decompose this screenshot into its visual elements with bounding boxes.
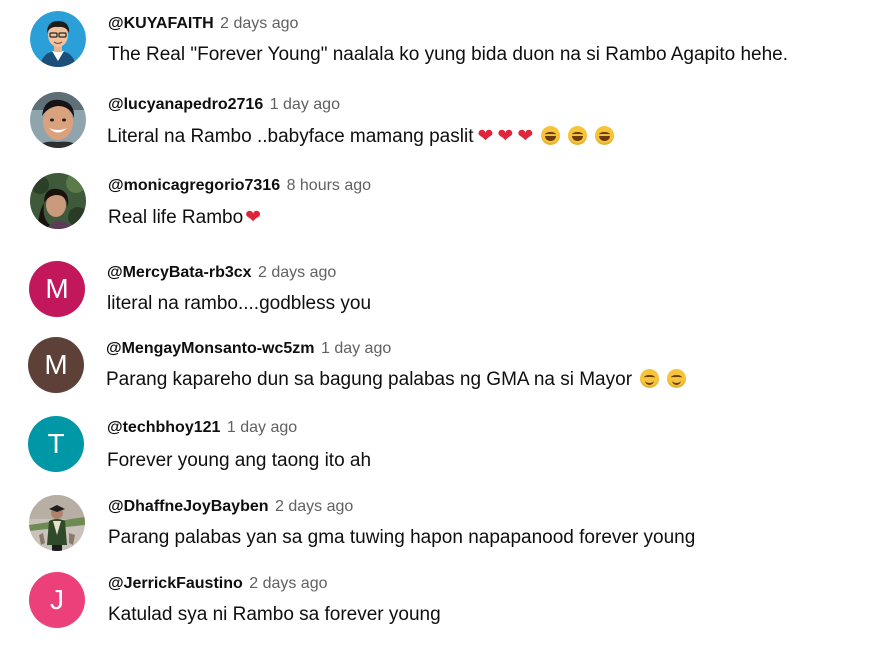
comment-text-content: Parang kapareho dun sa bagung palabas ng…	[106, 369, 633, 390]
comment-text: Parang kapareho dun sa bagung palabas ng…	[106, 368, 687, 392]
comment-item: @DhaffneJoyBayben 2 days ago Parang pala…	[0, 493, 888, 563]
avatar-letter: M	[45, 273, 69, 304]
red-heart-emoji-icon: ❤	[477, 125, 494, 147]
avatar-letter: T	[47, 428, 65, 459]
red-heart-emoji-icon: ❤	[245, 206, 262, 228]
comment-timestamp[interactable]: 2 days ago	[258, 264, 336, 281]
avatar[interactable]	[30, 11, 86, 67]
comment-author[interactable]: @DhaffneJoyBayben	[108, 498, 269, 515]
comment-timestamp[interactable]: 2 days ago	[249, 575, 327, 592]
illustrated-man-avatar-icon	[30, 11, 86, 67]
comment-timestamp[interactable]: 1 day ago	[321, 340, 391, 357]
comment-author[interactable]: @MercyBata-rb3cx	[107, 264, 252, 281]
smiling-face-emoji-icon	[640, 369, 660, 388]
comment-author[interactable]: @lucyanapedro2716	[108, 96, 263, 113]
smiling-face-emoji-icon	[667, 369, 687, 388]
tears-of-joy-emoji-icon	[568, 126, 588, 145]
comment-timestamp[interactable]: 1 day ago	[270, 96, 340, 113]
comment-text: The Real "Forever Young" naalala ko yung…	[108, 43, 788, 67]
red-heart-emoji-icon: ❤	[517, 125, 534, 147]
comment-author[interactable]: @MengayMonsanto-wc5zm	[106, 340, 315, 357]
comment-item: J @JerrickFaustino 2 days ago Katulad sy…	[0, 570, 888, 640]
comment-text: Forever young ang taong ito ah	[107, 450, 372, 471]
comment-item: M @MercyBata-rb3cx 2 days ago literal na…	[0, 258, 888, 328]
comment-author[interactable]: @techbhoy121	[107, 419, 220, 436]
smiling-boy-photo-icon	[30, 92, 86, 148]
comment-text: Parang palabas yan sa gma tuwing hapon n…	[108, 527, 696, 548]
avatar[interactable]: T	[28, 416, 84, 472]
avatar-letter: J	[50, 584, 64, 615]
avatar[interactable]	[30, 92, 86, 148]
comment-author[interactable]: @KUYAFAITH	[108, 15, 214, 32]
avatar[interactable]: M	[28, 337, 84, 393]
tears-of-joy-emoji-icon	[541, 126, 561, 145]
avatar-letter: M	[44, 349, 68, 380]
comment-timestamp[interactable]: 2 days ago	[275, 498, 353, 515]
comment-author[interactable]: @monicagregorio7316	[108, 177, 280, 194]
comment-item: T @techbhoy121 1 day ago Forever young a…	[0, 414, 888, 484]
comment-item: M @MengayMonsanto-wc5zm 1 day ago Parang…	[0, 335, 888, 405]
comment-text-content: Real life Rambo	[108, 207, 244, 228]
comment-text-content: Literal na Rambo ..babyface mamang pasli…	[107, 126, 474, 147]
comment-item: @lucyanapedro2716 1 day ago Literal na R…	[0, 90, 888, 160]
comment-timestamp[interactable]: 1 day ago	[227, 419, 297, 436]
tears-of-joy-emoji-icon	[595, 126, 615, 145]
comment-item: @KUYAFAITH 2 days ago The Real "Forever …	[0, 8, 888, 78]
comment-timestamp[interactable]: 2 days ago	[220, 15, 298, 32]
comment-text: Literal na Rambo ..babyface mamang pasli…	[107, 124, 615, 149]
avatar[interactable]	[29, 495, 85, 551]
comment-author[interactable]: @JerrickFaustino	[108, 575, 243, 592]
comment-text: literal na rambo....godbless you	[107, 293, 372, 314]
avatar[interactable]: M	[29, 261, 85, 317]
comment-text: Real life Rambo ❤	[108, 205, 261, 230]
avatar[interactable]: J	[29, 572, 85, 628]
girl-foliage-photo-icon	[30, 173, 86, 229]
avatar[interactable]	[30, 173, 86, 229]
comment-timestamp[interactable]: 8 hours ago	[287, 177, 372, 194]
graduate-photo-icon	[29, 495, 85, 551]
comment-item: @monicagregorio7316 8 hours ago Real lif…	[0, 172, 888, 242]
red-heart-emoji-icon: ❤	[497, 125, 514, 147]
comment-text-content: The Real "Forever Young" naalala ko yung…	[108, 44, 789, 65]
comment-text: Katulad sya ni Rambo sa forever young	[108, 604, 441, 625]
